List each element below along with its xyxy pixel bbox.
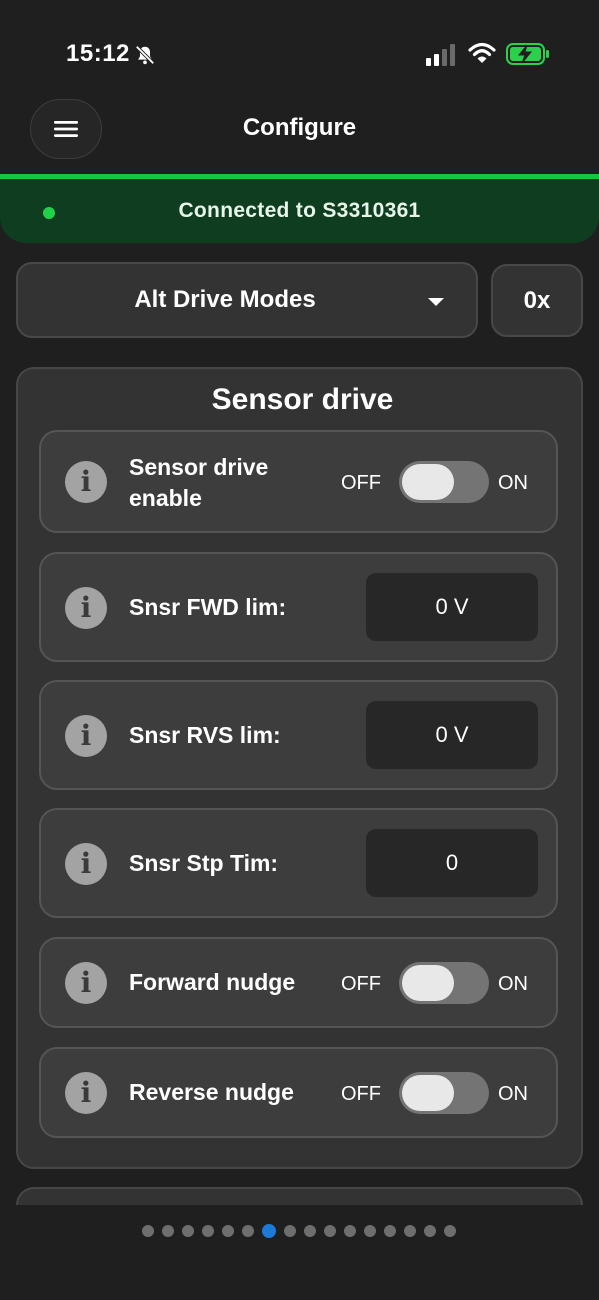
snsr-stp-tim-input[interactable]: 0 [366,829,538,897]
wifi-icon [468,42,496,63]
setting-label: Snsr FWD lim: [129,594,287,620]
pager-dot[interactable] [344,1225,356,1237]
connection-banner: Connected to S3310361 [0,174,599,243]
connection-text: Connected to S3310361 [178,199,421,222]
status-bar: 15:12 [0,0,599,100]
pager-dot[interactable] [404,1225,416,1237]
bell-slash-icon [135,45,155,65]
toggle-knob [402,965,454,1001]
info-icon[interactable]: i [65,715,107,757]
pager-dot[interactable] [142,1225,154,1237]
page-title: Configure [242,114,357,141]
pager-dot-active[interactable] [262,1224,276,1238]
pager-dot[interactable] [304,1225,316,1237]
signal-icon [426,44,455,66]
pager-dot[interactable] [384,1225,396,1237]
setting-row-snsr-rvs-lim: i Snsr RVS lim: 0 V [39,680,558,790]
snsr-fwd-lim-input[interactable]: 0 V [366,573,538,641]
setting-label: Forward nudge [129,969,296,995]
page-indicator[interactable] [142,1224,456,1238]
info-icon[interactable]: i [65,843,107,885]
pager-dot[interactable] [444,1225,456,1237]
info-icon[interactable]: i [65,587,107,629]
mode-select-value: Alt Drive Modes [134,286,316,313]
pager-dot[interactable] [182,1225,194,1237]
info-icon[interactable]: i [65,962,107,1004]
pager-dot[interactable] [364,1225,376,1237]
info-icon[interactable]: i [65,461,107,503]
toggle-off-label: OFF [341,973,381,995]
sensor-drive-enable-toggle[interactable] [399,461,489,503]
toggle-off-label: OFF [341,1083,381,1105]
setting-label: Snsr Stp Tim: [129,850,279,876]
setting-row-sensor-drive-enable: i Sensor drive enable OFF ON [39,430,558,533]
pager-dot[interactable] [162,1225,174,1237]
pager-dot[interactable] [284,1225,296,1237]
section-title: Sensor drive [211,383,394,416]
toggle-knob [402,1075,454,1111]
status-time: 15:12 [66,40,130,67]
snsr-rvs-lim-input[interactable]: 0 V [366,701,538,769]
info-icon[interactable]: i [65,1072,107,1114]
setting-label: Sensor drive enable [129,454,269,511]
setting-row-snsr-stp-tim: i Snsr Stp Tim: 0 [39,808,558,918]
pager-dot[interactable] [222,1225,234,1237]
toggle-on-label: ON [498,973,528,995]
pager-dot[interactable] [424,1225,436,1237]
setting-row-snsr-fwd-lim: i Snsr FWD lim: 0 V [39,552,558,662]
setting-label: Reverse nudge [129,1079,294,1105]
pager-dot[interactable] [242,1225,254,1237]
battery-charging-icon [506,43,549,65]
pager-dot[interactable] [324,1225,336,1237]
chevron-down-icon [428,298,444,306]
mode-select[interactable]: Alt Drive Modes [16,262,478,338]
setting-label: Snsr RVS lim: [129,722,281,748]
hex-toggle-button[interactable]: 0x [491,264,583,337]
toggle-on-label: ON [498,1083,528,1105]
toggle-on-label: ON [498,472,528,494]
toggle-off-label: OFF [341,472,381,494]
reverse-nudge-toggle[interactable] [399,1072,489,1114]
pager-dot[interactable] [202,1225,214,1237]
toggle-knob [402,464,454,500]
setting-row-reverse-nudge: i Reverse nudge OFF ON [39,1047,558,1138]
setting-row-forward-nudge: i Forward nudge OFF ON [39,937,558,1028]
bottom-bar [0,1205,599,1300]
forward-nudge-toggle[interactable] [399,962,489,1004]
